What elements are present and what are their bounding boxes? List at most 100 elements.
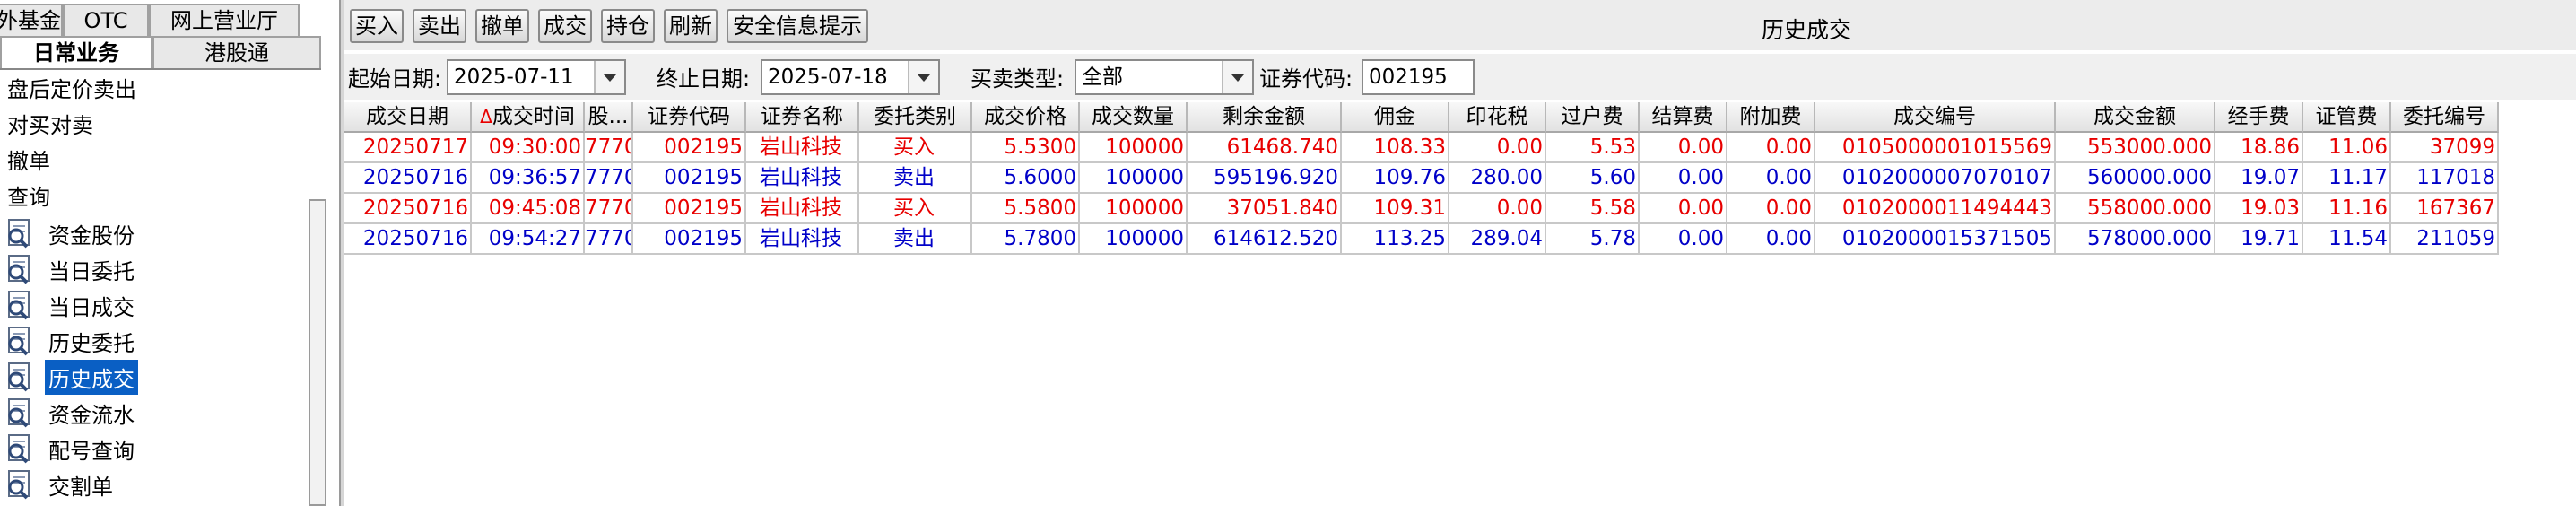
- cell-trade-time: 09:36:57: [472, 163, 585, 194]
- column-header-label: 过户费: [1561, 105, 1623, 128]
- query-icon: [4, 469, 36, 500]
- cell-trade-price: 5.6000: [972, 163, 1080, 194]
- column-header-account[interactable]: 股...: [585, 102, 633, 133]
- table-row[interactable]: 2025071609:36:5777705002195岩山科技卖出5.60001…: [344, 163, 2499, 194]
- cell-stamp-duty: 0.00: [1449, 133, 1546, 163]
- tab-otc-fund[interactable]: 场外基金: [0, 4, 63, 36]
- tree-item-after-hours-sell[interactable]: 盘后定价卖出: [0, 72, 305, 108]
- query-icon: [4, 397, 36, 428]
- chevron-down-icon[interactable]: [1222, 61, 1252, 93]
- column-header-surcharge[interactable]: 附加费: [1727, 102, 1815, 133]
- trades-button[interactable]: 成交: [538, 9, 592, 43]
- filter-bar: 起始日期: 2025-07-11 终止日期: 2025-07-18 买卖类型: …: [344, 54, 2576, 100]
- tree-leaf[interactable]: 资金流水: [0, 395, 305, 431]
- column-header-transfer-fee[interactable]: 过户费: [1546, 102, 1640, 133]
- query-icon: [4, 254, 36, 284]
- refresh-button[interactable]: 刷新: [664, 9, 718, 43]
- tab-hk-connect[interactable]: 港股通: [152, 36, 321, 68]
- cell-order-type: 卖出: [859, 224, 972, 255]
- column-header-security-code[interactable]: 证券代码: [633, 102, 746, 133]
- column-header-label: 印花税: [1466, 105, 1528, 128]
- tab-daily-business[interactable]: 日常业务: [0, 36, 152, 68]
- tab-online-hall[interactable]: 网上营业厅: [149, 4, 300, 36]
- cell-security-name: 岩山科技: [746, 224, 859, 255]
- cell-settlement-fee: 0.00: [1640, 224, 1727, 255]
- column-header-security-name[interactable]: 证券名称: [746, 102, 859, 133]
- tree-item-cross-trade[interactable]: 对买对卖: [0, 108, 305, 144]
- column-header-trade-qty[interactable]: 成交数量: [1080, 102, 1188, 133]
- cell-trade-time: 09:30:00: [472, 133, 585, 163]
- tree-leaf-label: 当日成交: [48, 294, 135, 320]
- chevron-down-icon[interactable]: [908, 61, 938, 93]
- cell-trade-amount: 578000.000: [2056, 224, 2215, 255]
- column-header-label: 佣金: [1374, 105, 1415, 128]
- column-header-commission[interactable]: 佣金: [1342, 102, 1449, 133]
- cell-regulatory-fee: 11.16: [2303, 194, 2391, 224]
- start-date-picker[interactable]: 2025-07-11: [447, 59, 626, 95]
- cell-order-number: 117018: [2391, 163, 2499, 194]
- end-date-picker[interactable]: 2025-07-18: [761, 59, 940, 95]
- cell-security-code: 002195: [633, 194, 746, 224]
- cell-trade-qty: 100000: [1080, 224, 1188, 255]
- column-header-regulatory-fee[interactable]: 证管费: [2303, 102, 2391, 133]
- cell-account: 77705: [585, 224, 633, 255]
- trade-type-select[interactable]: 全部: [1075, 59, 1254, 95]
- cell-trade-date: 20250717: [344, 133, 472, 163]
- cell-trade-amount: 553000.000: [2056, 133, 2215, 163]
- cell-regulatory-fee: 11.17: [2303, 163, 2391, 194]
- sell-button[interactable]: 卖出: [413, 9, 466, 43]
- table-row[interactable]: 2025071709:30:0077705002195岩山科技买入5.53001…: [344, 133, 2499, 163]
- tree-leaf[interactable]: 历史委托: [0, 323, 305, 359]
- cell-settlement-fee: 0.00: [1640, 194, 1727, 224]
- column-header-trade-time[interactable]: Δ成交时间: [472, 102, 585, 133]
- column-header-trade-price[interactable]: 成交价格: [972, 102, 1080, 133]
- tree-leaf-label: 交割单: [48, 474, 113, 500]
- column-header-settlement-fee[interactable]: 结算费: [1640, 102, 1727, 133]
- column-header-trade-amount[interactable]: 成交金额: [2056, 102, 2215, 133]
- cancel-button[interactable]: 撤单: [475, 9, 529, 43]
- tree-leaf[interactable]: 当日委托: [0, 251, 305, 287]
- table-row[interactable]: 2025071609:45:0877705002195岩山科技买入5.58001…: [344, 194, 2499, 224]
- column-header-stamp-duty[interactable]: 印花税: [1449, 102, 1546, 133]
- query-icon: [8, 398, 30, 428]
- column-header-order-number[interactable]: 委托编号: [2391, 102, 2499, 133]
- cell-commission: 109.76: [1342, 163, 1449, 194]
- query-icon: [8, 291, 30, 320]
- tree-leaf[interactable]: 交割单: [0, 467, 305, 502]
- column-header-label: 成交金额: [2093, 105, 2176, 128]
- table-row[interactable]: 2025071609:54:2777705002195岩山科技卖出5.78001…: [344, 224, 2499, 255]
- security-code-label: 证券代码:: [1259, 66, 1353, 92]
- cell-surcharge: 0.00: [1727, 163, 1815, 194]
- cell-security-name: 岩山科技: [746, 194, 859, 224]
- cell-trade-time: 09:54:27: [472, 224, 585, 255]
- cell-transfer-fee: 5.78: [1546, 224, 1640, 255]
- positions-button[interactable]: 持仓: [601, 9, 655, 43]
- start-date-label: 起始日期:: [348, 66, 442, 92]
- column-header-trade-date[interactable]: 成交日期: [344, 102, 472, 133]
- column-header-handling-fee[interactable]: 经手费: [2215, 102, 2303, 133]
- cell-remaining-amount: 595196.920: [1188, 163, 1342, 194]
- cell-security-code: 002195: [633, 133, 746, 163]
- tree-leaf[interactable]: 历史成交: [0, 359, 305, 395]
- column-header-order-type[interactable]: 委托类别: [859, 102, 972, 133]
- security-code-input[interactable]: 002195: [1362, 59, 1475, 95]
- tree-item-query[interactable]: 查询: [0, 179, 305, 215]
- column-header-trade-number[interactable]: 成交编号: [1815, 102, 2056, 133]
- tree-leaf[interactable]: 资金股份: [0, 215, 305, 251]
- chevron-down-icon[interactable]: [594, 61, 624, 93]
- tree-leaf[interactable]: 配号查询: [0, 431, 305, 467]
- cell-handling-fee: 19.71: [2215, 224, 2303, 255]
- tree-item-cancel[interactable]: 撤单: [0, 144, 305, 179]
- security-info-button[interactable]: 安全信息提示: [727, 9, 868, 43]
- cell-trade-date: 20250716: [344, 224, 472, 255]
- tree-scrollbar[interactable]: [309, 199, 326, 506]
- tab-otc[interactable]: OTC: [63, 4, 149, 36]
- cell-trade-price: 5.7800: [972, 224, 1080, 255]
- column-header-remaining-amount[interactable]: 剩余金额: [1188, 102, 1342, 133]
- cell-account: 77705: [585, 163, 633, 194]
- column-header-label: 附加费: [1739, 105, 1802, 128]
- cell-handling-fee: 19.03: [2215, 194, 2303, 224]
- buy-button[interactable]: 买入: [350, 9, 404, 43]
- cell-settlement-fee: 0.00: [1640, 163, 1727, 194]
- tree-leaf[interactable]: 当日成交: [0, 287, 305, 323]
